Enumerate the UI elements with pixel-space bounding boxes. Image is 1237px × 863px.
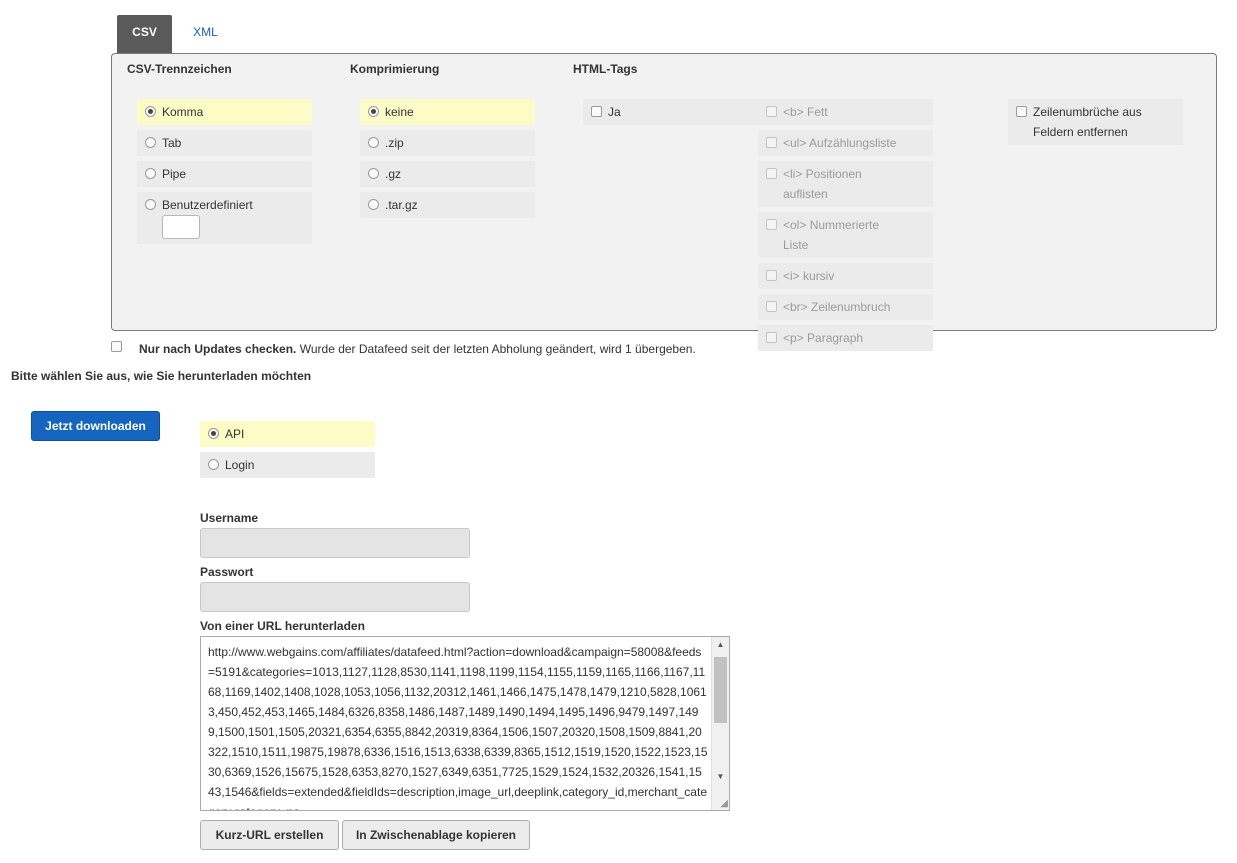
html-tags-heading: HTML-Tags — [573, 62, 638, 76]
html-tag-option-p: <p> Paragraph — [758, 325, 933, 351]
url-label: Von einer URL herunterladen — [200, 619, 365, 633]
checkbox-icon — [766, 301, 777, 312]
checkbox-icon[interactable] — [591, 106, 602, 117]
radio-icon[interactable] — [368, 106, 379, 117]
separator-label: Komma — [162, 105, 204, 119]
updates-only-bold: Nur nach Updates checken. — [139, 342, 297, 356]
url-scrollbar[interactable]: ▲ ▼ — [711, 637, 729, 810]
password-input[interactable] — [200, 582, 470, 612]
html-tag-label: <li> Positionen — [783, 167, 862, 181]
compression-label: .gz — [385, 167, 402, 181]
checkbox-icon — [766, 219, 777, 230]
tab-csv[interactable]: CSV — [117, 15, 172, 53]
url-textarea[interactable]: http://www.webgains.com/affiliates/dataf… — [200, 636, 730, 811]
html-tag-option-br: <br> Zeilenumbruch — [758, 294, 933, 320]
html-tag-label: <i> kursiv — [783, 269, 835, 283]
checkbox-icon — [766, 137, 777, 148]
compression-label: .zip — [385, 136, 404, 150]
radio-icon[interactable] — [145, 168, 156, 179]
html-tags-enable-label: Ja — [608, 105, 621, 119]
checkbox-icon — [766, 332, 777, 343]
copy-to-clipboard-button[interactable]: In Zwischenablage kopieren — [342, 820, 530, 850]
html-tag-option-i: <i> kursiv — [758, 263, 933, 289]
separator-heading: CSV-Trennzeichen — [127, 62, 232, 76]
compression-option-zip[interactable]: .zip — [360, 130, 535, 156]
download-method-login[interactable]: Login — [200, 452, 375, 478]
username-input[interactable] — [200, 528, 470, 558]
checkbox-icon[interactable] — [1016, 106, 1027, 117]
compression-heading: Komprimierung — [350, 62, 440, 76]
html-tag-option-li: <li> Positionen auflisten — [758, 161, 933, 207]
compression-label: keine — [385, 105, 414, 119]
html-tag-label: <br> Zeilenumbruch — [783, 300, 891, 314]
html-tag-label: <ol> Nummerierte — [783, 218, 880, 232]
download-method-label: API — [225, 427, 245, 441]
download-method-label: Login — [225, 458, 255, 472]
username-label: Username — [200, 511, 259, 525]
html-tag-label-continued: Liste — [783, 238, 809, 252]
compression-option-none[interactable]: keine — [360, 99, 535, 125]
checkbox-icon — [766, 270, 777, 281]
html-tag-option-ol: <ol> Nummerierte Liste — [758, 212, 933, 258]
download-method-api[interactable]: API — [200, 421, 375, 447]
remove-linebreaks-option[interactable]: Zeilenumbrüche aus Feldern entfernen — [1008, 99, 1183, 145]
updates-only-text: Nur nach Updates checken. Wurde der Data… — [139, 342, 696, 356]
compression-option-targz[interactable]: .tar.gz — [360, 192, 535, 218]
password-label: Passwort — [200, 565, 254, 579]
compression-option-gz[interactable]: .gz — [360, 161, 535, 187]
separator-label: Benutzerdefiniert — [162, 198, 253, 212]
html-tag-label: <p> Paragraph — [783, 331, 864, 345]
separator-option-tab[interactable]: Tab — [137, 130, 312, 156]
html-tag-label: <b> Fett — [783, 105, 828, 119]
compression-label: .tar.gz — [385, 198, 418, 212]
radio-icon[interactable] — [208, 459, 219, 470]
url-text: http://www.webgains.com/affiliates/dataf… — [208, 645, 708, 810]
html-tag-option-ul: <ul> Aufzählungsliste — [758, 130, 933, 156]
remove-linebreaks-label-continued: Feldern entfernen — [1033, 125, 1128, 139]
html-tags-enable[interactable]: Ja — [583, 99, 758, 125]
download-now-button[interactable]: Jetzt downloaden — [31, 411, 160, 441]
radio-icon[interactable] — [368, 168, 379, 179]
remove-linebreaks-label: Zeilenumbrüche aus — [1033, 105, 1142, 119]
radio-icon[interactable] — [145, 137, 156, 148]
separator-option-pipe[interactable]: Pipe — [137, 161, 312, 187]
separator-label: Tab — [162, 136, 182, 150]
radio-icon[interactable] — [368, 137, 379, 148]
html-tag-option-b: <b> Fett — [758, 99, 933, 125]
checkbox-icon — [766, 168, 777, 179]
separator-label: Pipe — [162, 167, 187, 181]
create-short-url-button[interactable]: Kurz-URL erstellen — [200, 820, 339, 850]
updates-only-checkbox[interactable] — [111, 341, 122, 352]
custom-separator-input[interactable] — [162, 215, 200, 239]
radio-icon[interactable] — [208, 428, 219, 439]
radio-icon[interactable] — [145, 106, 156, 117]
updates-only-description: Wurde der Datafeed seit der letzten Abho… — [299, 342, 696, 356]
checkbox-icon — [766, 106, 777, 117]
radio-icon[interactable] — [368, 199, 379, 210]
scroll-down-icon[interactable]: ▼ — [712, 769, 729, 785]
html-tag-label-continued: auflisten — [783, 187, 828, 201]
html-tag-label: <ul> Aufzählungsliste — [783, 136, 897, 150]
resize-grip-icon[interactable]: ◢ — [720, 799, 728, 809]
radio-icon[interactable] — [145, 199, 156, 210]
download-prompt: Bitte wählen Sie aus, wie Sie herunterla… — [11, 369, 312, 383]
scroll-up-icon[interactable]: ▲ — [712, 637, 729, 653]
separator-option-komma[interactable]: Komma — [137, 99, 312, 125]
tab-xml[interactable]: XML — [178, 15, 233, 53]
scroll-thumb[interactable] — [714, 657, 727, 723]
